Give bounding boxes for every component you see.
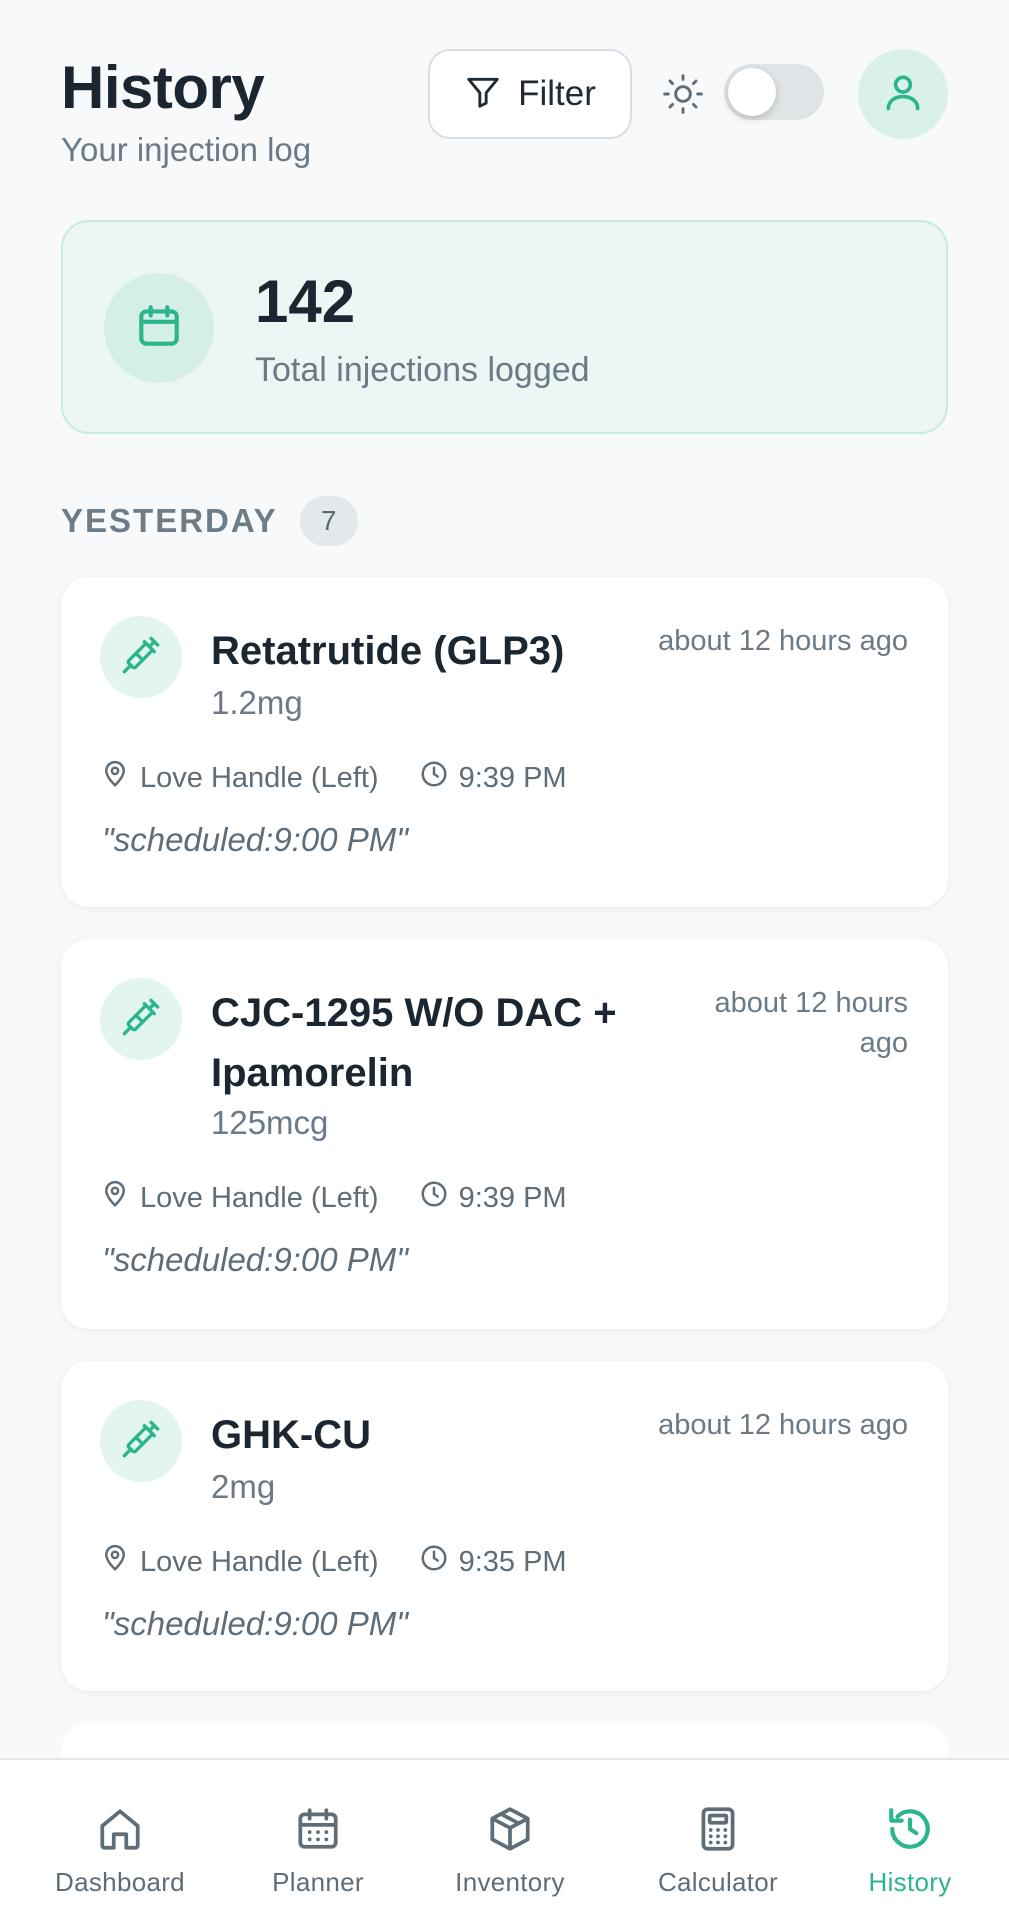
relative-time: about 12 hours ago [658,625,908,657]
dose: 1.2mg [211,684,303,721]
site: Love Handle (Left) [100,1543,379,1581]
theme-toggle[interactable] [724,64,824,120]
calendar-icon [134,301,184,356]
syringe-icon [121,1419,161,1464]
medication-name: CJC-1295 W/O DAC + Ipamorelin [211,983,617,1103]
site: Love Handle (Left) [100,1179,379,1217]
box-icon [485,1804,535,1859]
nav-dashboard[interactable]: Dashboard [50,1760,190,1920]
user-icon [881,70,925,119]
time: 9:35 PM [419,1543,567,1581]
note: "scheduled:9:00 PM" [102,821,408,858]
meta-row: Love Handle (Left) 9:35 PM [100,1543,607,1581]
syringe-icon-circle [100,1400,182,1482]
summary-icon-circle [104,273,214,383]
section-title: YESTERDAY [61,502,278,539]
nav-history[interactable]: History [855,1760,965,1920]
medication-name-line1: CJC-1295 W/O DAC + [211,991,617,1035]
note: "scheduled:9:00 PM" [102,1241,408,1278]
injection-card[interactable]: Retatrutide (GLP3) 1.2mg about 12 hours … [61,577,948,907]
filter-button[interactable]: Filter [428,49,632,139]
syringe-icon-circle [100,616,182,698]
nav-calculator[interactable]: Calculator [648,1760,788,1920]
filter-icon [464,73,502,116]
filter-label: Filter [518,74,596,113]
map-pin-icon [100,1543,130,1581]
injection-card[interactable]: CJC-1295 W/O DAC + Ipamorelin 125mcg abo… [61,939,948,1329]
summary-card: 142 Total injections logged [61,220,948,434]
syringe-icon [121,997,161,1042]
time-label: 9:35 PM [458,1545,567,1578]
time: 9:39 PM [419,1179,567,1217]
syringe-icon [121,635,161,680]
nav-label: Calculator [657,1867,779,1897]
nav-inventory[interactable]: Inventory [445,1760,575,1920]
relative-time: about 12 hours ago [658,1409,908,1441]
nav-label: History [868,1867,952,1897]
total-count: 142 [255,268,356,335]
home-icon [95,1804,145,1859]
profile-button[interactable] [858,49,948,139]
map-pin-icon [100,759,130,797]
relative-time-line1: about 12 hours [714,987,908,1019]
time-label: 9:39 PM [458,761,567,794]
calendar-icon [293,1804,343,1859]
medication-name: Retatrutide (GLP3) [211,629,565,673]
section-count-badge: 7 [299,496,358,546]
section-header: YESTERDAY 7 [61,496,358,546]
nav-planner[interactable]: Planner [258,1760,378,1920]
nav-label: Dashboard [55,1867,185,1897]
map-pin-icon [100,1179,130,1217]
injection-card[interactable]: GHK-CU 2mg about 12 hours ago Love Handl… [61,1361,948,1691]
relative-time-line2: ago [859,1027,908,1059]
nav-label: Planner [272,1867,364,1897]
note: "scheduled:9:00 PM" [102,1605,408,1642]
history-icon [885,1804,935,1859]
sun-icon [661,72,705,116]
site-label: Love Handle (Left) [140,761,379,794]
calculator-icon [693,1804,743,1859]
time: 9:39 PM [419,759,567,797]
header: History Your injection log Filter [61,49,948,182]
site-label: Love Handle (Left) [140,1545,379,1578]
relative-time: about 12 hours ago [715,983,908,1063]
dose: 125mcg [211,1104,329,1141]
dose: 2mg [211,1468,276,1505]
clock-icon [419,1543,449,1581]
medication-name-line2: Ipamorelin [211,1051,414,1095]
bottom-nav: Dashboard Planner Inventory Calculator H… [0,1758,1009,1920]
toggle-knob [728,68,776,116]
time-label: 9:39 PM [458,1181,567,1214]
site: Love Handle (Left) [100,759,379,797]
nav-label: Inventory [455,1867,565,1897]
total-count-label: Total injections logged [255,351,590,389]
meta-row: Love Handle (Left) 9:39 PM [100,1179,607,1217]
clock-icon [419,759,449,797]
clock-icon [419,1179,449,1217]
syringe-icon-circle [100,978,182,1060]
medication-name: GHK-CU [211,1413,371,1457]
site-label: Love Handle (Left) [140,1181,379,1214]
meta-row: Love Handle (Left) 9:39 PM [100,759,607,797]
